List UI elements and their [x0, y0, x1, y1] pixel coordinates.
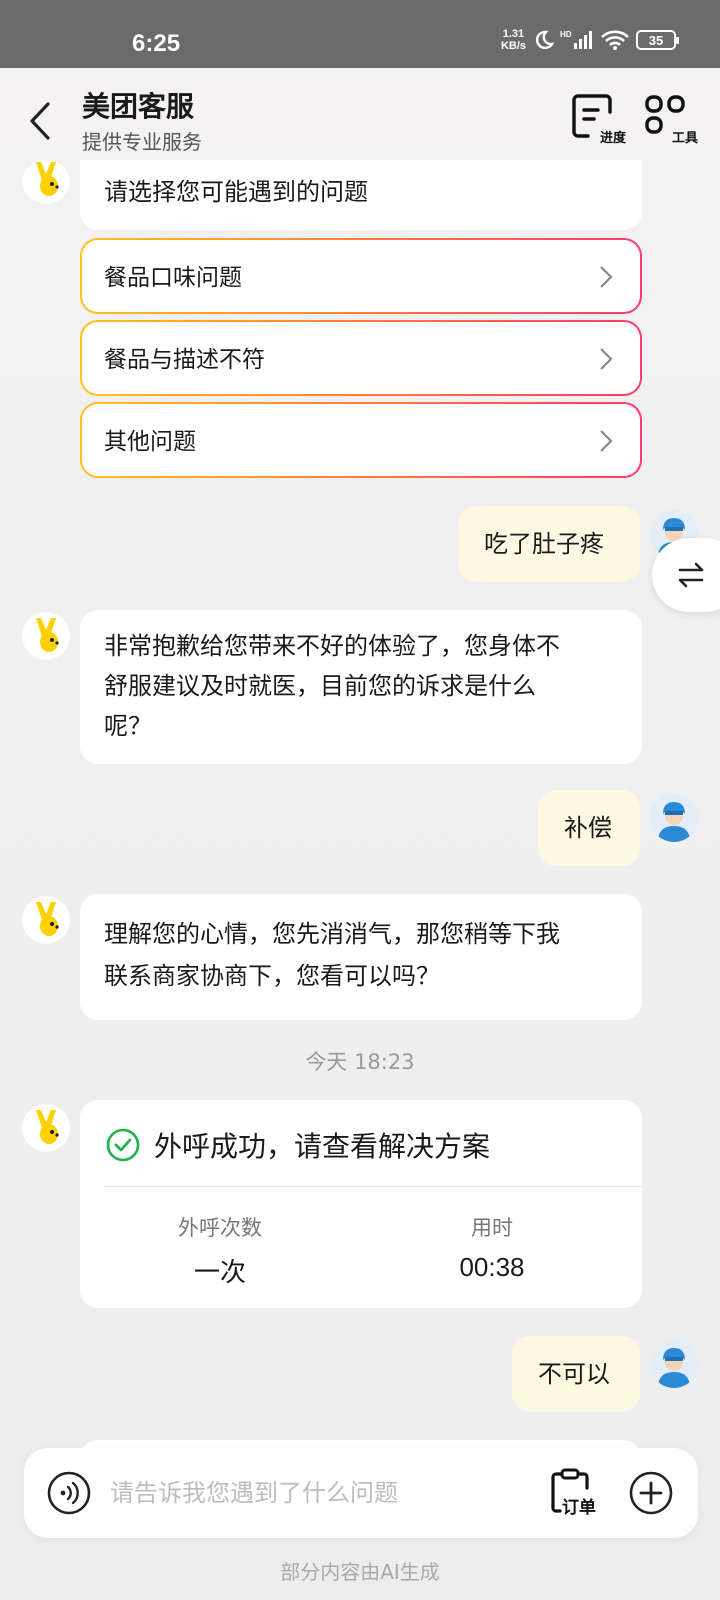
- call-duration-stat: 用时 00:38: [392, 1212, 592, 1283]
- network-speed-value: 1.31: [502, 28, 525, 40]
- option-label: 餐品口味问题: [104, 265, 242, 291]
- bot-avatar-icon: [22, 1104, 70, 1152]
- chat-header: 美团客服 提供专业服务 进度 工具: [0, 68, 720, 172]
- user-message: 补偿: [538, 790, 640, 866]
- bot-message-line: 理解您的心情，您先消消气，那您稍等下我: [104, 920, 560, 948]
- user-avatar-icon: [650, 1340, 698, 1388]
- chevron-right-icon: [600, 348, 613, 370]
- bot-avatar-icon: [22, 896, 70, 944]
- status-time: 6:25: [132, 30, 181, 57]
- plus-icon[interactable]: [628, 1470, 674, 1516]
- bot-message-line: 联系商家协商下，您看可以吗？: [104, 962, 440, 990]
- bot-avatar-icon: [22, 160, 70, 204]
- call-result-title: 外呼成功，请查看解决方案: [154, 1130, 491, 1163]
- call-count-stat: 外呼次数 一次: [120, 1212, 320, 1289]
- order-label: 订单: [562, 1498, 596, 1518]
- call-count-value: 一次: [193, 1257, 246, 1287]
- bot-avatar: [22, 612, 70, 660]
- order-button[interactable]: 订单: [550, 1468, 604, 1520]
- call-result-card: 外呼成功，请查看解决方案 外呼次数 一次 用时 00:38: [80, 1100, 642, 1308]
- option-label: 餐品与描述不符: [104, 347, 265, 373]
- user-message-text: 补偿: [564, 814, 612, 842]
- user-message: 不可以: [512, 1336, 640, 1412]
- page-title: 美团客服: [82, 90, 195, 123]
- bot-message-prompt: 请选择您可能遇到的问题: [80, 160, 642, 230]
- prompt-text: 请选择您可能遇到的问题: [104, 178, 368, 206]
- progress-button[interactable]: 进度: [572, 94, 626, 150]
- bot-avatar-icon: [22, 612, 70, 660]
- svg-text:HD: HD: [560, 30, 572, 39]
- page-subtitle: 提供专业服务: [82, 130, 202, 154]
- voice-icon[interactable]: [46, 1470, 92, 1516]
- ai-disclaimer: 部分内容由AI生成: [280, 1560, 440, 1584]
- option-label: 其他问题: [104, 429, 196, 455]
- tools-label: 工具: [671, 131, 698, 146]
- option-other-issue[interactable]: 其他问题: [80, 402, 642, 478]
- bot-message-line: 非常抱歉给您带来不好的体验了，您身体不: [104, 632, 560, 660]
- chat-input-bar: 订单: [24, 1448, 698, 1538]
- user-message-text: 不可以: [538, 1360, 610, 1388]
- back-arrow-icon[interactable]: [22, 98, 62, 144]
- status-indicators: 1.31 KB/s HD 35: [501, 28, 679, 52]
- swap-icon: [678, 562, 704, 588]
- bot-message-line: 呢？: [104, 712, 152, 740]
- bot-message: 理解您的心情，您先消消气，那您稍等下我 联系商家协商下，您看可以吗？: [80, 894, 642, 1020]
- wifi-icon: [601, 30, 629, 50]
- bot-avatar: [22, 896, 70, 944]
- moon-icon: [535, 30, 554, 50]
- swap-floating-button[interactable]: [652, 538, 720, 612]
- option-mismatch-description[interactable]: 餐品与描述不符: [80, 320, 642, 396]
- battery-indicator: 35: [636, 30, 679, 50]
- call-duration-value: 00:38: [459, 1252, 525, 1282]
- call-count-label: 外呼次数: [178, 1216, 262, 1240]
- bot-message-line: 舒服建议及时就医，目前您的诉求是什么: [104, 672, 536, 700]
- tools-button[interactable]: 工具: [644, 94, 698, 150]
- signal-icon: HD: [560, 30, 592, 49]
- user-message-text: 吃了肚子疼: [484, 530, 604, 558]
- chevron-right-icon: [600, 430, 613, 452]
- user-message: 吃了肚子疼: [458, 506, 640, 582]
- bot-avatar: [22, 160, 70, 204]
- user-avatar: [650, 794, 698, 842]
- progress-label: 进度: [599, 131, 626, 146]
- time-separator: 今天 18:23: [305, 1050, 415, 1074]
- network-speed-unit: KB/s: [500, 40, 526, 52]
- chevron-right-icon: [600, 266, 613, 288]
- bot-message: 非常抱歉给您带来不好的体验了，您身体不 舒服建议及时就医，目前您的诉求是什么 呢…: [80, 610, 642, 764]
- user-avatar: [650, 1340, 698, 1388]
- card-divider: [104, 1186, 642, 1187]
- check-circle-icon: [106, 1128, 140, 1162]
- bot-avatar: [22, 1104, 70, 1152]
- option-taste-issue[interactable]: 餐品口味问题: [80, 238, 642, 314]
- message-input[interactable]: [110, 1472, 450, 1514]
- call-duration-label: 用时: [471, 1216, 513, 1240]
- status-bar: 6:25 1.31 KB/s HD 35: [0, 0, 720, 68]
- user-avatar-icon: [650, 794, 698, 842]
- network-speed: 1.31 KB/s: [501, 28, 526, 52]
